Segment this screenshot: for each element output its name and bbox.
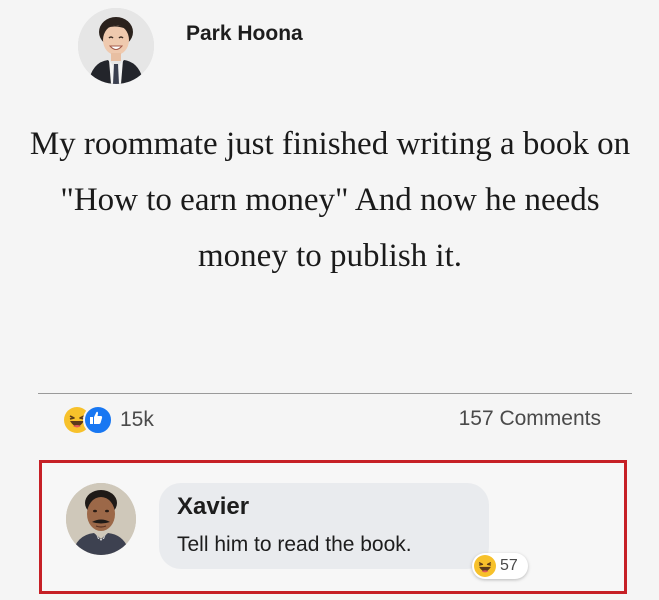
highlighted-comment: Xavier Tell him to read the book. 57 [39, 460, 627, 594]
post-header: Park Hoona [78, 8, 303, 84]
comment-reactions[interactable]: 57 [472, 553, 528, 579]
post-text: My roommate just finished writing a book… [29, 126, 631, 274]
commenter-avatar[interactable] [66, 483, 136, 555]
like-icon [83, 405, 113, 435]
author-avatar-image [78, 8, 154, 84]
post-reaction-count: 15k [120, 408, 154, 431]
post-screenshot: Park Hoona My roommate just finished wri… [0, 0, 659, 600]
haha-icon [474, 555, 496, 577]
post-divider [38, 393, 632, 394]
author-avatar[interactable] [78, 8, 154, 84]
comments-count-link[interactable]: 157 Comments [459, 407, 601, 431]
post-author-name[interactable]: Park Hoona [186, 22, 303, 46]
comment-bubble: Xavier Tell him to read the book. [159, 483, 489, 569]
comment-author-name[interactable]: Xavier [177, 493, 249, 521]
comment-text: Tell him to read the book. [177, 533, 412, 556]
commenter-avatar-image [66, 483, 136, 555]
comment-reaction-count: 57 [500, 557, 518, 574]
post-reactions[interactable]: 15k [62, 405, 154, 435]
